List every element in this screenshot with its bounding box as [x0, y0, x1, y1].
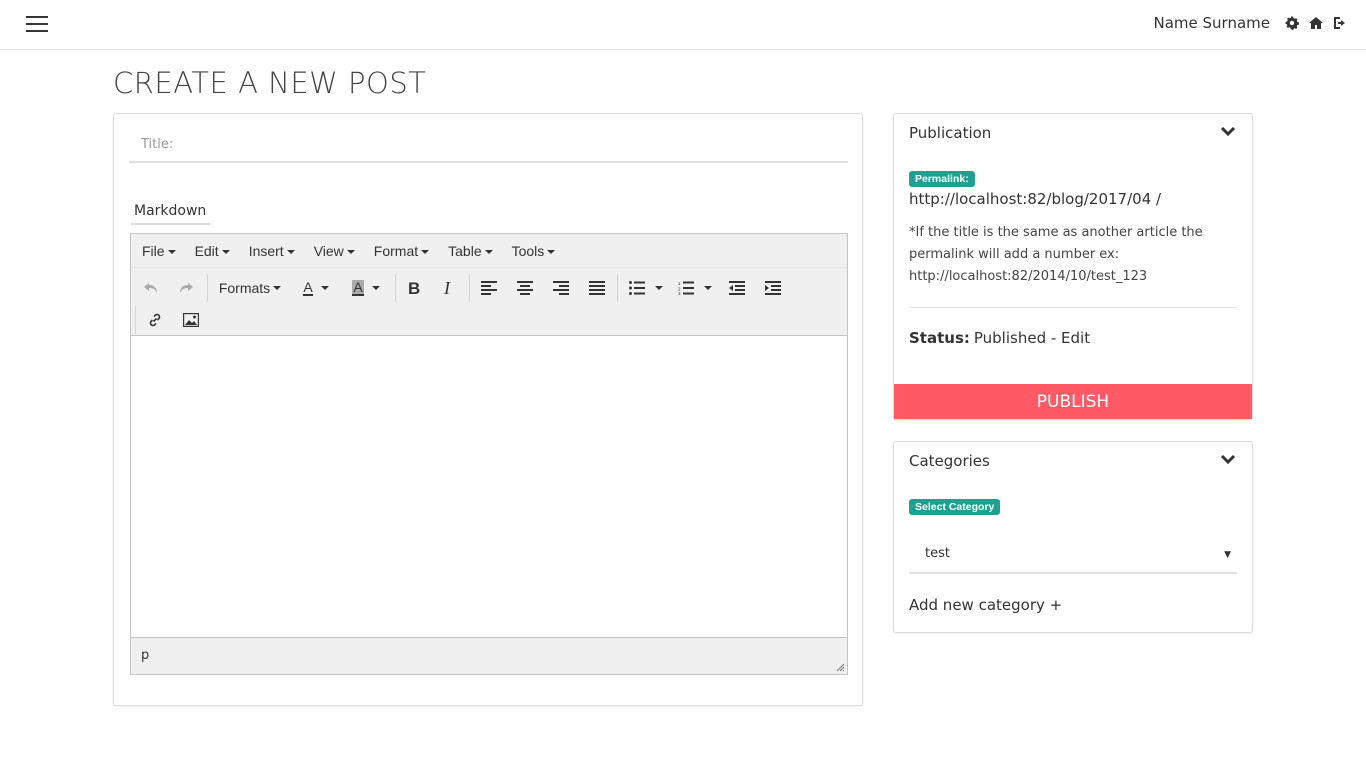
status-value[interactable]: Published - Edit — [974, 329, 1090, 347]
editor-statusbar: p — [131, 637, 847, 674]
editor-content-area[interactable] — [131, 336, 847, 637]
text-color-icon: A — [303, 279, 313, 296]
user-area: Name Surname — [1154, 14, 1349, 32]
undo-icon[interactable] — [139, 276, 163, 300]
align-center-icon[interactable] — [513, 276, 537, 300]
rich-text-editor: File Edit Insert View Format Table Tools… — [130, 233, 848, 675]
home-icon[interactable] — [1308, 15, 1324, 31]
numbered-list-icon: 123 — [678, 281, 694, 295]
toolbar-separator — [395, 274, 396, 302]
redo-icon[interactable] — [174, 276, 198, 300]
caret-down-icon — [655, 286, 663, 290]
outdent-icon[interactable] — [725, 276, 749, 300]
title-input[interactable] — [129, 128, 848, 163]
tab-markdown[interactable]: Markdown — [131, 200, 211, 225]
menu-edit[interactable]: Edit — [188, 243, 237, 259]
toolbar-separator — [469, 274, 470, 302]
caret-down-icon — [286, 249, 295, 254]
toolbar-separator — [207, 274, 208, 302]
categories-card: Categories Select Category test ▼ Add ne… — [893, 441, 1253, 633]
indent-icon[interactable] — [761, 276, 785, 300]
caret-down-icon — [421, 249, 430, 254]
menu-tools[interactable]: Tools — [505, 243, 563, 259]
category-select[interactable]: test ▼ — [909, 536, 1237, 574]
note-line: permalink will add a number ex: — [909, 247, 1120, 262]
permalink-badge: Permalink: — [909, 171, 975, 187]
numbered-list-button[interactable]: 123 — [674, 276, 716, 300]
publication-card: Publication Permalink: http://localhost:… — [893, 113, 1253, 420]
caret-down-icon — [704, 286, 712, 290]
top-bar: Name Surname — [0, 0, 1366, 50]
image-icon[interactable] — [179, 308, 203, 332]
svg-text:I: I — [443, 280, 451, 296]
caret-down-icon — [320, 286, 329, 290]
align-justify-icon[interactable] — [585, 276, 609, 300]
menu-file[interactable]: File — [135, 243, 183, 259]
italic-icon[interactable]: I — [437, 276, 461, 300]
svg-text:B: B — [408, 280, 420, 296]
add-category-link[interactable]: Add new category + — [909, 596, 1062, 614]
sign-out-icon[interactable] — [1332, 15, 1348, 31]
caret-down-icon — [547, 249, 556, 254]
permalink-url: http://localhost:82/blog/2017/04 / — [909, 190, 1162, 208]
editor-toolbar: Formats A A B I 1 2 3 — [131, 268, 847, 336]
caret-down-icon — [371, 286, 380, 290]
element-path[interactable]: p — [141, 648, 149, 663]
background-color-button[interactable]: A — [345, 276, 387, 300]
user-name[interactable]: Name Surname — [1154, 14, 1271, 32]
caret-down-icon — [273, 286, 282, 290]
formats-dropdown[interactable]: Formats — [215, 276, 285, 300]
post-editor-panel: Markdown File Edit Insert View Format Ta… — [113, 113, 863, 706]
publish-button[interactable]: PUBLISH — [894, 384, 1252, 419]
gear-icon[interactable] — [1284, 15, 1300, 31]
caret-down-icon — [167, 249, 176, 254]
text-color-button[interactable]: A — [295, 276, 337, 300]
category-selected-value: test — [925, 546, 950, 561]
categories-heading: Categories — [909, 452, 990, 470]
svg-text:3: 3 — [678, 291, 681, 295]
toolbar-separator — [135, 306, 136, 334]
bold-icon[interactable]: B — [401, 276, 425, 300]
permalink-note: *If the title is the same as another art… — [909, 222, 1229, 288]
link-icon[interactable] — [143, 308, 167, 332]
bullet-list-icon — [629, 281, 645, 295]
status-line: Status: Published - Edit — [909, 329, 1090, 347]
note-line: *If the title is the same as another art… — [909, 225, 1203, 240]
align-left-icon[interactable] — [477, 276, 501, 300]
status-label: Status: — [909, 329, 970, 347]
align-right-icon[interactable] — [549, 276, 573, 300]
background-color-icon: A — [352, 279, 364, 296]
caret-down-icon — [346, 249, 355, 254]
menu-table[interactable]: Table — [441, 243, 499, 259]
caret-down-icon — [484, 249, 493, 254]
divider — [909, 307, 1237, 308]
page-title: CREATE A NEW POST — [113, 66, 427, 100]
note-line: http://localhost:82/2014/10/test_123 — [909, 269, 1148, 284]
publication-heading: Publication — [909, 124, 992, 142]
chevron-down-icon[interactable] — [1220, 454, 1236, 466]
caret-down-icon — [221, 249, 230, 254]
toolbar-separator — [617, 274, 618, 302]
select-arrow-icon: ▼ — [1224, 550, 1231, 560]
menu-icon[interactable] — [26, 16, 48, 32]
select-category-badge: Select Category — [909, 499, 1001, 515]
bullet-list-button[interactable] — [625, 276, 667, 300]
menu-format[interactable]: Format — [367, 243, 436, 259]
chevron-down-icon[interactable] — [1220, 126, 1236, 138]
menu-insert[interactable]: Insert — [242, 243, 302, 259]
resize-handle-icon[interactable] — [836, 663, 845, 672]
svg-text:1: 1 — [678, 281, 681, 286]
editor-menubar: File Edit Insert View Format Table Tools — [131, 234, 847, 268]
menu-view[interactable]: View — [307, 243, 362, 259]
